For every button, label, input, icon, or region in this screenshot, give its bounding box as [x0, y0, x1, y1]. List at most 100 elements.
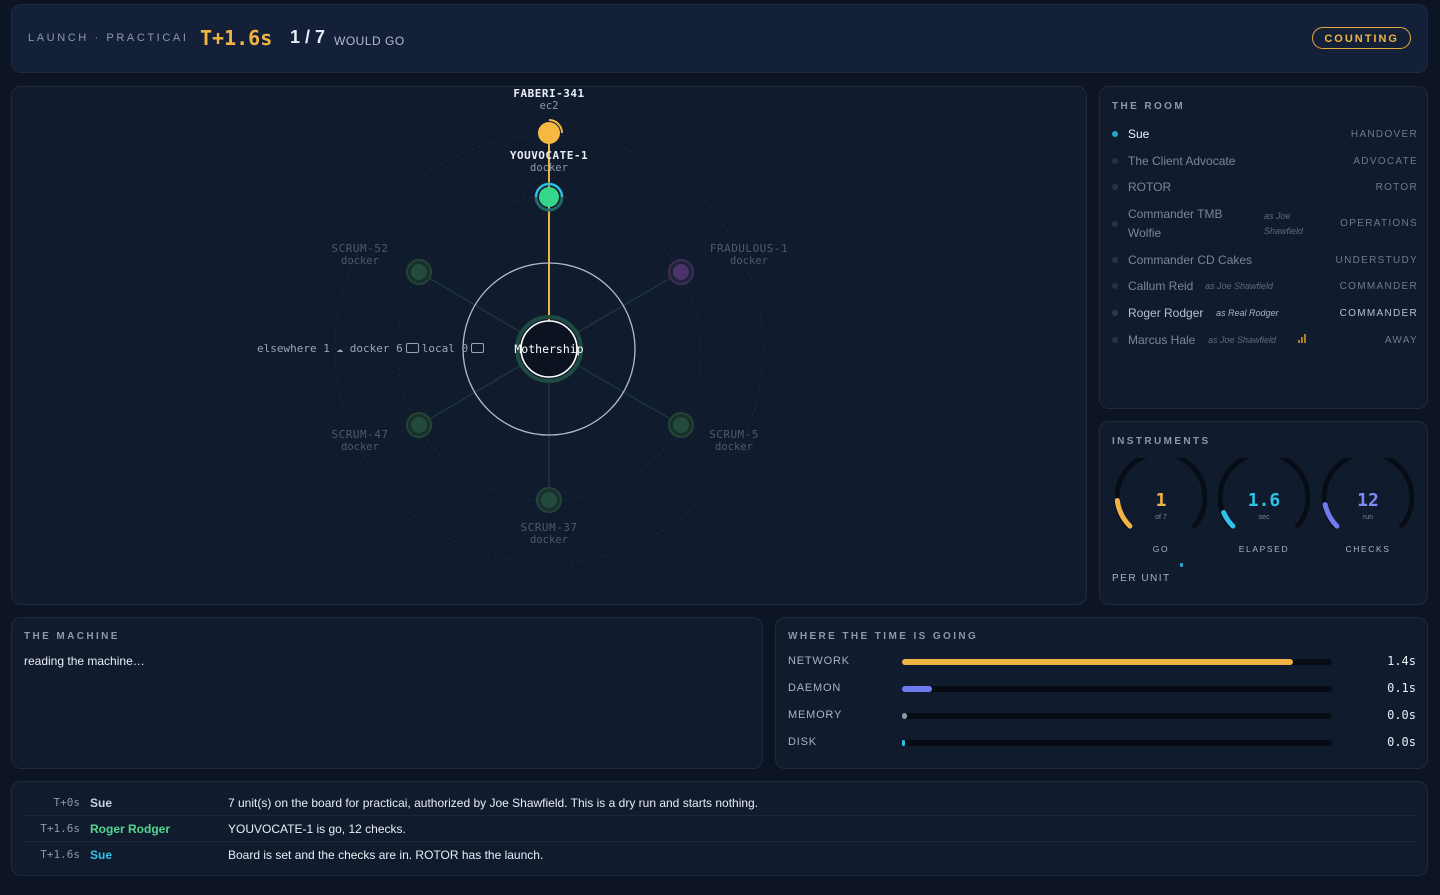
mission-clock: T+1.6s [200, 26, 273, 50]
gauge-label: CHECKS [1345, 544, 1391, 554]
time-value: 1.4s [1387, 654, 1416, 668]
monitor-icon [471, 343, 485, 353]
machine-panel: THE MACHINE reading the machine… [11, 617, 763, 769]
log-time: T+1.6s [40, 822, 80, 835]
time-row-memory: MEMORY 0.0s [788, 708, 1416, 723]
log-entry: T+1.6s Sue Board is set and the checks a… [24, 841, 1416, 867]
elsewhere-count: elsewhere 1 [257, 342, 330, 355]
node-youvocate-1[interactable] [534, 182, 564, 212]
member-name: ROTOR [1128, 180, 1172, 194]
log-message: 7 unit(s) on the board for practicai, au… [228, 796, 759, 810]
container-icon [405, 343, 419, 353]
presence-dot [1112, 310, 1118, 316]
mothership-label: Mothership [514, 342, 584, 356]
node-scrum-5[interactable] [668, 412, 694, 438]
event-log: T+0s Sue 7 unit(s) on the board for prac… [11, 781, 1428, 876]
node-label-youvocate-1: YOUVOCATE-1 docker [510, 149, 588, 174]
signal-bars-icon [1298, 329, 1307, 343]
member-role: UNDERSTUDY [1335, 255, 1418, 266]
node-label-scrum-52: SCRUM-52 docker [332, 242, 389, 267]
member-name: The Client Advocate [1128, 154, 1236, 168]
unit-map: FABERI-341 ec2 YOUVOCATE-1 docker SCRUM-… [11, 86, 1087, 605]
presence-dot [1112, 221, 1118, 227]
gauge-label: ELAPSED [1238, 544, 1290, 554]
node-name: SCRUM-52 [331, 242, 389, 255]
per-unit-label: PER UNIT [1112, 573, 1171, 584]
go-count: 1 / 7 [290, 27, 326, 47]
log-speaker: Sue [90, 796, 113, 810]
time-bar-fill [902, 686, 932, 692]
member-alias: as Joe Shawfield [1208, 335, 1277, 345]
status-badge: COUNTING [1312, 27, 1411, 49]
log-speaker: Roger Rodger [90, 822, 171, 836]
node-type: docker [730, 255, 768, 267]
per-unit-indicator [1180, 563, 1183, 567]
machine-title: THE MACHINE [24, 631, 120, 642]
machine-status-text: reading the machine… [24, 654, 145, 668]
time-value: 0.1s [1387, 681, 1416, 695]
member-name: Marcus Hale [1128, 333, 1196, 347]
node-name: YOUVOCATE-1 [509, 149, 589, 162]
instruments-title: INSTRUMENTS [1112, 436, 1211, 447]
log-speaker: Sue [90, 848, 113, 862]
presence-dot [1112, 283, 1118, 289]
room-member-commander-tmb[interactable]: Commander TMB Wolfie as Joe Shawfield OP… [1112, 207, 1418, 243]
node-label-scrum-37: SCRUM-37 docker [521, 521, 578, 546]
time-bar-fill [902, 659, 1293, 665]
member-alias: as Joe Shawfield [1205, 281, 1274, 291]
log-entry: T+1.6s Roger Rodger YOUVOCATE-1 is go, 1… [24, 815, 1416, 842]
time-row-daemon: DAEMON 0.1s [788, 681, 1416, 696]
room-panel: THE ROOM Sue HANDOVER The Client Advocat… [1099, 86, 1428, 409]
time-value: 0.0s [1387, 735, 1416, 749]
log-message: Board is set and the checks are in. ROTO… [228, 848, 544, 862]
presence-dot [1112, 337, 1118, 343]
member-role: COMMANDER [1339, 308, 1418, 319]
top-bar: LAUNCH · PRACTICAI T+1.6s 1 / 7 WOULD GO… [11, 4, 1428, 73]
node-scrum-52[interactable] [406, 259, 432, 285]
cloud-icon: ☁ [329, 342, 350, 355]
member-role: AWAY [1384, 335, 1418, 346]
time-breakdown-panel: WHERE THE TIME IS GOING NETWORK 1.4s DAE… [775, 617, 1428, 769]
member-name: Commander CD Cakes [1128, 253, 1253, 267]
member-role: ADVOCATE [1353, 156, 1418, 167]
log-time: T+0s [53, 796, 81, 809]
time-label: DAEMON [788, 682, 842, 694]
node-name: SCRUM-5 [709, 428, 759, 441]
local-count: local 0 [421, 342, 469, 355]
member-alias-line2: Shawfield [1264, 226, 1304, 236]
time-bar-fill [902, 713, 907, 719]
node-type: docker [341, 441, 379, 453]
node-name: FRADULOUS-1 [709, 242, 789, 255]
log-message: YOUVOCATE-1 is go, 12 checks. [228, 822, 406, 836]
app-title: LAUNCH · PRACTICAI [28, 32, 189, 44]
node-type: docker [715, 441, 753, 453]
time-bar-track [902, 713, 1332, 719]
node-label-scrum-5: SCRUM-5 docker [709, 428, 759, 453]
node-scrum-47[interactable] [406, 412, 432, 438]
time-row-disk: DISK 0.0s [788, 735, 1416, 750]
member-name: Commander TMB [1128, 207, 1223, 221]
member-name: Sue [1128, 127, 1150, 141]
node-scrum-37[interactable] [536, 487, 562, 513]
gauge-value: 12 [1357, 490, 1379, 511]
gauge-unit: sec [1258, 514, 1270, 521]
member-role: OPERATIONS [1340, 218, 1418, 229]
gauge-value: 1 [1155, 490, 1167, 511]
time-value: 0.0s [1387, 708, 1416, 722]
presence-dot [1112, 131, 1118, 137]
node-fradulous-1[interactable] [668, 259, 694, 285]
location-counts: elsewhere 1 ☁ docker 6 local 0 [257, 342, 487, 355]
go-count-suffix: WOULD GO [334, 34, 405, 48]
member-role: COMMANDER [1339, 281, 1418, 292]
node-type: docker [341, 255, 379, 267]
time-bar-track [902, 659, 1332, 665]
time-label: MEMORY [788, 709, 843, 721]
gauge-label: GO [1152, 544, 1170, 554]
node-name: SCRUM-47 [331, 428, 389, 441]
node-faberi-341[interactable] [538, 119, 563, 144]
time-row-network: NETWORK 1.4s [788, 654, 1416, 669]
node-label-fradulous-1: FRADULOUS-1 docker [710, 242, 788, 267]
member-role: ROTOR [1375, 182, 1418, 193]
room-title: THE ROOM [1112, 101, 1186, 112]
gauge-unit: run [1362, 514, 1374, 521]
